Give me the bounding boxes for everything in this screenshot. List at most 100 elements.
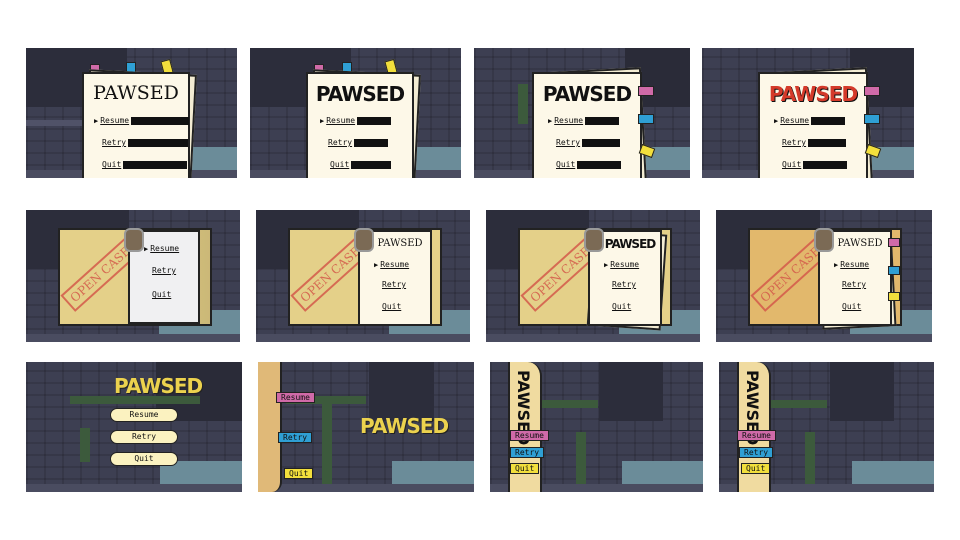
paper-sheet: PAWSED ▶ Resume Retry Quit: [758, 72, 868, 178]
resume-option[interactable]: ▶ Resume: [548, 116, 620, 125]
frame-1-1: PAWSED ▶ Resume Retry Quit: [26, 48, 237, 178]
retry-label: Retry: [382, 280, 407, 289]
pawsed-title: PAWSED: [360, 414, 449, 438]
selector-arrow-icon: ▶: [94, 116, 99, 125]
quit-button[interactable]: Quit: [284, 468, 314, 479]
pawsed-title: PAWSED: [114, 374, 203, 398]
quit-option[interactable]: Quit: [102, 160, 188, 169]
redaction-bar: [123, 160, 188, 169]
retry-option[interactable]: Retry: [782, 138, 847, 147]
quit-option[interactable]: Quit: [382, 302, 401, 311]
redaction-bar: [354, 138, 389, 147]
retry-option[interactable]: Retry: [328, 138, 389, 147]
blue-tab: [638, 114, 654, 124]
redaction-bar: [585, 116, 620, 125]
selector-arrow-icon: ▶: [320, 116, 325, 125]
frame-2-3: OPEN CASE: PAWSED ▶ Resume Retry Quit: [486, 210, 700, 342]
pawsed-title: PAWSED: [93, 82, 179, 104]
paperclip-photo-icon: [814, 228, 834, 252]
resume-label: Resume: [840, 260, 870, 269]
resume-option[interactable]: ▶ Resume: [774, 116, 846, 125]
ground: [486, 334, 700, 342]
rock-wall: [829, 362, 894, 421]
retry-button[interactable]: Retry: [278, 432, 313, 443]
resume-label: Resume: [780, 116, 810, 125]
quit-option[interactable]: Quit: [152, 290, 171, 299]
moss-pillar: [576, 432, 586, 492]
resume-label: Resume: [326, 116, 356, 125]
selector-arrow-icon: ▶: [604, 260, 609, 269]
quit-option[interactable]: Quit: [330, 160, 392, 169]
pawsed-title: PAWSED: [768, 82, 858, 106]
redaction-bar: [357, 116, 392, 125]
quit-button[interactable]: Quit: [110, 452, 178, 466]
quit-label: Quit: [556, 160, 576, 169]
quit-label: Quit: [382, 302, 402, 311]
quit-button[interactable]: Quit: [741, 463, 771, 474]
redaction-bar: [131, 116, 190, 125]
resume-option[interactable]: ▶ Resume: [94, 116, 190, 125]
quit-option[interactable]: Quit: [612, 302, 631, 311]
quit-label: Quit: [330, 160, 350, 169]
retry-label: Retry: [328, 138, 353, 147]
resume-button[interactable]: Resume: [110, 408, 178, 422]
moss-pillar: [322, 402, 332, 492]
selector-arrow-icon: ▶: [374, 260, 379, 269]
retry-button[interactable]: Retry: [110, 430, 178, 444]
paperclip-photo-icon: [124, 228, 144, 252]
ground: [258, 484, 474, 492]
selector-arrow-icon: ▶: [774, 116, 779, 125]
moss-pillar: [518, 84, 528, 124]
frame-3-3: PAWSED Resume Retry Quit: [490, 362, 703, 492]
retry-option[interactable]: Retry: [102, 138, 189, 147]
ledge: [26, 120, 86, 126]
resume-label: Resume: [554, 116, 584, 125]
resume-option[interactable]: ▶ Resume: [374, 260, 409, 269]
retry-button[interactable]: Retry: [739, 447, 774, 458]
resume-option[interactable]: ▶ Resume: [320, 116, 392, 125]
resume-option[interactable]: ▶ Resume: [834, 260, 869, 269]
moss-pillar: [80, 428, 90, 462]
folder-spine: [258, 362, 282, 492]
redaction-bar: [582, 138, 621, 147]
resume-option[interactable]: ▶ Resume: [144, 244, 179, 253]
frame-3-4: PAWSED Resume Retry Quit: [719, 362, 934, 492]
retry-option[interactable]: Retry: [556, 138, 621, 147]
retry-button[interactable]: Retry: [510, 447, 545, 458]
rock-wall: [369, 362, 434, 421]
frame-2-1: OPEN CASE: ▶ Resume Retry Quit: [26, 210, 240, 342]
ground: [256, 334, 470, 342]
retry-option[interactable]: Retry: [152, 266, 176, 275]
quit-option[interactable]: Quit: [782, 160, 848, 169]
quit-label: Quit: [152, 290, 172, 299]
redaction-bar: [811, 116, 846, 125]
frame-3-2: Resume Retry Quit PAWSED: [258, 362, 474, 492]
resume-button[interactable]: Resume: [510, 430, 549, 441]
pawsed-title: PAWSED: [542, 82, 632, 106]
moss-pillar: [805, 432, 815, 492]
retry-option[interactable]: Retry: [382, 280, 406, 289]
quit-option[interactable]: Quit: [842, 302, 861, 311]
ground: [716, 334, 932, 342]
resume-button[interactable]: Resume: [276, 392, 315, 403]
selector-arrow-icon: ▶: [834, 260, 839, 269]
quit-button[interactable]: Quit: [510, 463, 540, 474]
pink-tab: [864, 86, 880, 96]
ground: [26, 484, 242, 492]
quit-option[interactable]: Quit: [556, 160, 622, 169]
ground: [26, 334, 240, 342]
frame-2-4: OPEN CASE: PAWSED ▶ Resume Retry Quit: [716, 210, 932, 342]
paperclip-photo-icon: [354, 228, 374, 252]
resume-label: Resume: [380, 260, 410, 269]
redaction-bar: [577, 160, 622, 169]
frame-1-4: PAWSED ▶ Resume Retry Quit: [702, 48, 914, 178]
yellow-tab: [888, 292, 900, 301]
retry-option[interactable]: Retry: [612, 280, 636, 289]
paperclip-photo-icon: [584, 228, 604, 252]
resume-button[interactable]: Resume: [737, 430, 776, 441]
quit-label: Quit: [612, 302, 632, 311]
resume-option[interactable]: ▶ Resume: [604, 260, 639, 269]
blue-tab: [888, 266, 900, 275]
retry-option[interactable]: Retry: [842, 280, 866, 289]
retry-label: Retry: [782, 138, 807, 147]
